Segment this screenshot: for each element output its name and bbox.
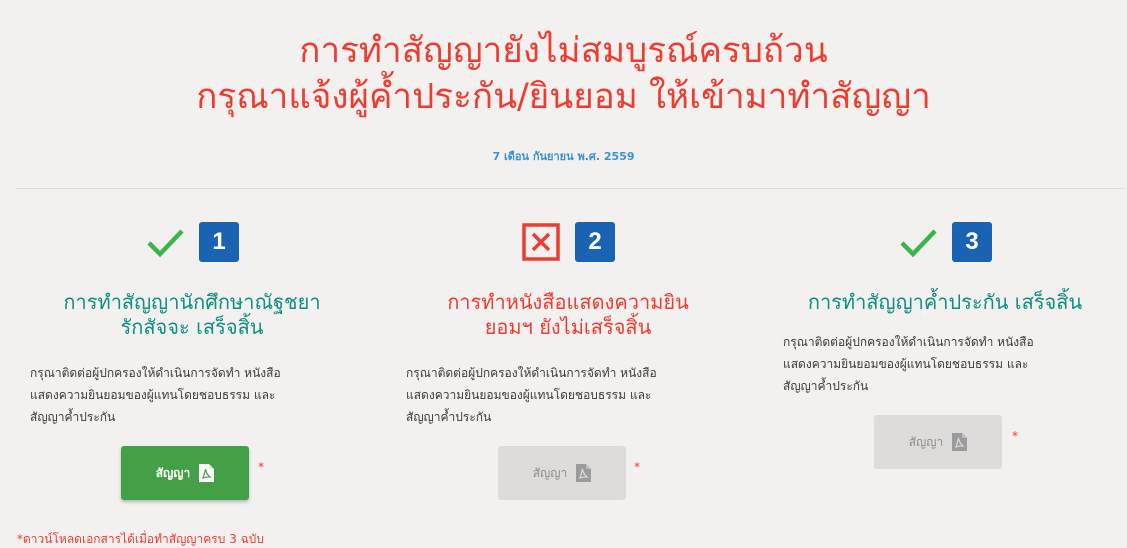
- step-1-desc-line-2: แสดงความยินยอมของผู้แทนโดยชอบธรรม และ: [30, 388, 276, 402]
- step-3-desc-line-1: กรุณาติดต่อผู้ปกครองให้ดำเนินการจัดทำ หน…: [783, 335, 1034, 349]
- step-3-title: การทำสัญญาค้ำประกัน เสร็จสิ้น: [765, 290, 1125, 315]
- pdf-icon: [952, 433, 968, 451]
- step-number-badge: 1: [199, 222, 239, 262]
- step-1-description: กรุณาติดต่อผู้ปกครองให้ดำเนินการจัดทำ หน…: [12, 362, 372, 428]
- pdf-icon: [199, 464, 215, 482]
- page-title-line-2: กรุณาแจ้งผู้ค้ำประกัน/ยินยอม ให้เข้ามาทำ…: [196, 77, 931, 117]
- contract-download-button[interactable]: สัญญา: [121, 446, 249, 500]
- step-1-title: การทำสัญญานักศึกษาณัฐชยา รักสัจจะ เสร็จส…: [12, 290, 372, 340]
- contract-date: 7 เดือน กันยายน พ.ศ. 2559: [492, 150, 635, 163]
- step-2-title: การทำหนังสือแสดงความยิน ยอมฯ ยังไม่เสร็จ…: [388, 290, 748, 340]
- pdf-icon: [576, 464, 592, 482]
- download-footnote: *ดาวน์โหลดเอกสารได้เมื่อทำสัญญาครบ 3 ฉบั…: [17, 532, 265, 546]
- step-1-actions: สัญญา *: [12, 446, 372, 500]
- step-1-card: 1 การทำสัญญานักศึกษาณัฐชยา รักสัจจะ เสร็…: [12, 220, 372, 500]
- step-2-desc-line-2: แสดงความยินยอมของผู้แทนโดยชอบธรรม และ: [406, 388, 652, 402]
- step-2-actions: สัญญา *: [388, 446, 748, 500]
- step-1-desc-line-3: สัญญาค้ำประกัน: [30, 410, 116, 424]
- step-2-icons: 2: [388, 220, 748, 264]
- step-2-desc-line-3: สัญญาค้ำประกัน: [406, 410, 492, 424]
- contract-download-button-disabled: สัญญา: [874, 415, 1002, 469]
- button-label: สัญญา: [155, 465, 191, 480]
- step-2-desc-line-1: กรุณาติดต่อผู้ปกครองให้ดำเนินการจัดทำ หน…: [406, 366, 657, 380]
- required-mark: *: [634, 460, 640, 474]
- button-label: สัญญา: [532, 465, 568, 480]
- header-divider: [16, 188, 1124, 189]
- step-1-title-line-2: รักสัจจะ เสร็จสิ้น: [120, 315, 264, 339]
- step-2-description: กรุณาติดต่อผู้ปกครองให้ดำเนินการจัดทำ หน…: [388, 362, 748, 428]
- step-1-icons: 1: [12, 220, 372, 264]
- page-title-line-1: การทำสัญญายังไม่สมบูรณ์ครบถ้วน: [299, 31, 828, 71]
- check-icon: [900, 229, 937, 258]
- step-3-desc-line-3: สัญญาค้ำประกัน: [783, 379, 869, 393]
- step-3-desc-line-2: แสดงความยินยอมของผู้แทนโดยชอบธรรม และ: [783, 357, 1029, 371]
- step-3-actions: สัญญา *: [765, 415, 1125, 469]
- button-label: สัญญา: [908, 434, 944, 449]
- step-3-title-line-1: การทำสัญญาค้ำประกัน เสร็จสิ้น: [807, 290, 1083, 314]
- required-mark: *: [1012, 429, 1018, 443]
- step-2-card: 2 การทำหนังสือแสดงความยิน ยอมฯ ยังไม่เสร…: [388, 220, 748, 500]
- header: การทำสัญญายังไม่สมบูรณ์ครบถ้วน กรุณาแจ้ง…: [0, 28, 1127, 120]
- step-2-title-line-1: การทำหนังสือแสดงความยิน: [447, 290, 689, 314]
- x-box-icon: [522, 223, 560, 261]
- required-mark: *: [258, 460, 264, 474]
- step-3-card: 3 การทำสัญญาค้ำประกัน เสร็จสิ้น กรุณาติด…: [765, 220, 1125, 469]
- step-3-icons: 3: [765, 220, 1125, 264]
- step-number-badge: 3: [952, 222, 992, 262]
- step-1-title-line-1: การทำสัญญานักศึกษาณัฐชยา: [63, 290, 321, 314]
- step-1-desc-line-1: กรุณาติดต่อผู้ปกครองให้ดำเนินการจัดทำ หน…: [30, 366, 281, 380]
- step-2-title-line-2: ยอมฯ ยังไม่เสร็จสิ้น: [484, 315, 652, 339]
- check-icon: [147, 229, 184, 258]
- step-3-description: กรุณาติดต่อผู้ปกครองให้ดำเนินการจัดทำ หน…: [765, 331, 1125, 397]
- contract-download-button-disabled: สัญญา: [498, 446, 626, 500]
- step-number-badge: 2: [575, 222, 615, 262]
